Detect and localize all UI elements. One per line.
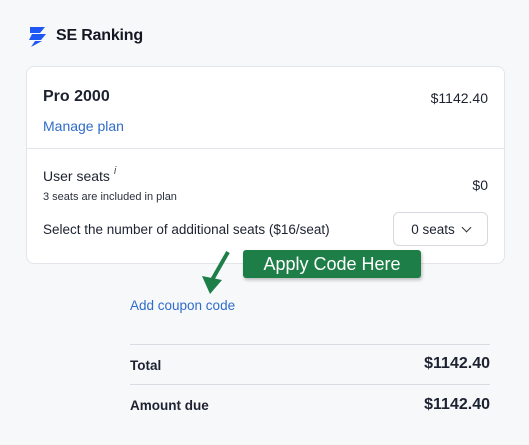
plan-price: $1142.40: [430, 90, 488, 106]
summary-divider: [130, 344, 490, 345]
additional-seats-label: Select the number of additional seats ($…: [43, 222, 330, 237]
amount-due-value: $1142.40: [424, 396, 490, 413]
brand-name: SE Ranking: [56, 27, 143, 44]
summary-divider-2: [130, 384, 490, 385]
plan-section: Pro 2000 $1142.40 Manage plan: [27, 67, 504, 149]
brand-logo[interactable]: SE Ranking: [26, 24, 143, 48]
apply-code-annotation: Apply Code Here: [243, 250, 421, 278]
user-seats-title: User seats i: [43, 165, 116, 184]
chevron-down-icon: [461, 222, 472, 232]
user-seats-label: User seats: [43, 168, 110, 184]
seats-dropdown[interactable]: 0 seats: [393, 212, 488, 246]
seats-included-note: 3 seats are included in plan: [43, 191, 177, 203]
annotation-arrow-icon: [202, 251, 230, 294]
total-value: $1142.40: [424, 355, 490, 372]
se-ranking-logo-icon: [29, 27, 46, 47]
amount-due-label: Amount due: [130, 398, 209, 413]
info-icon[interactable]: i: [114, 165, 116, 177]
plan-card: Pro 2000 $1142.40 Manage plan User seats…: [26, 66, 505, 264]
add-coupon-code-link[interactable]: Add coupon code: [130, 298, 235, 313]
seats-price: $0: [472, 177, 488, 193]
plan-name: Pro 2000: [43, 88, 110, 105]
seats-dropdown-value: 0 seats: [411, 221, 455, 237]
manage-plan-link[interactable]: Manage plan: [43, 118, 124, 134]
total-label: Total: [130, 358, 162, 373]
